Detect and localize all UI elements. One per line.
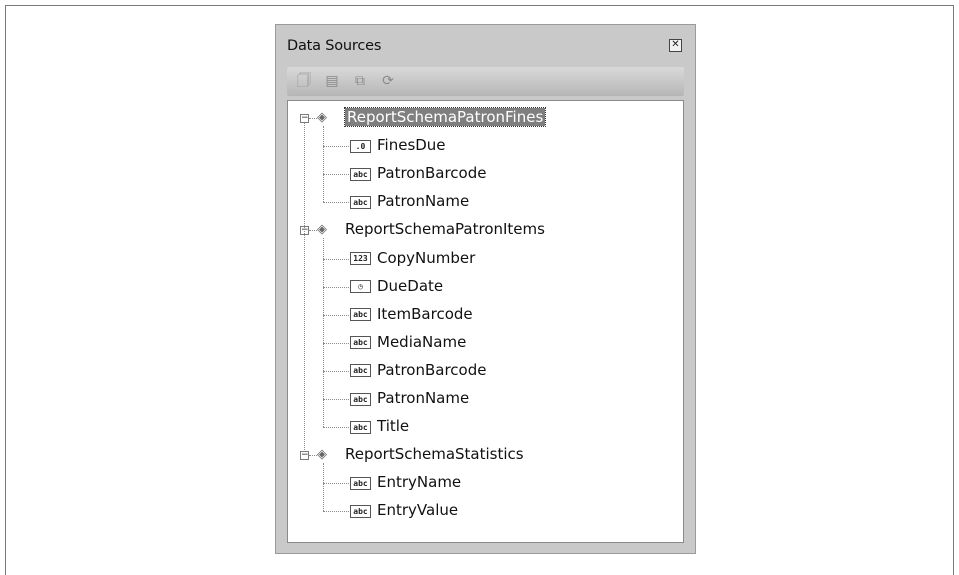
field-label[interactable]: PatronBarcode <box>377 361 486 379</box>
dataset-icon: ◈ <box>317 222 327 238</box>
field-label[interactable]: DueDate <box>377 277 443 295</box>
field-type-icon: abc <box>350 308 371 322</box>
field-type-icon: abc <box>350 167 371 181</box>
tree-connector <box>304 123 305 451</box>
field-type-icon: abc <box>350 420 371 434</box>
tree-connector <box>323 126 324 203</box>
tree-connector <box>323 314 349 316</box>
tree-connector <box>323 370 349 372</box>
tree-connector <box>323 258 349 260</box>
field-type-icon: abc <box>350 504 371 518</box>
field-label[interactable]: MediaName <box>377 333 466 351</box>
field-label[interactable]: Title <box>377 417 409 435</box>
dataset-label[interactable]: ReportSchemaPatronItems <box>345 220 545 238</box>
field-type-icon: abc <box>350 392 371 406</box>
field-type-icon: abc <box>350 195 371 209</box>
tree-connector <box>323 174 349 176</box>
data-sources-panel: Data Sources ✕ 🗍 ▤ ⧉ ⟳ − ◈ ReportSchemaPat… <box>275 24 696 554</box>
refresh-icon[interactable]: ⟳ <box>379 72 397 90</box>
field-label[interactable]: EntryValue <box>377 501 458 519</box>
field-type-icon: 123 <box>350 252 371 266</box>
panel-title: Data Sources <box>287 38 382 54</box>
tree-connector <box>323 511 349 513</box>
field-label[interactable]: CopyNumber <box>377 249 475 267</box>
field-label[interactable]: ItemBarcode <box>377 305 473 323</box>
tree-connector <box>323 483 349 485</box>
tree-connector <box>323 399 349 401</box>
panel-toolbar: 🗍 ▤ ⧉ ⟳ <box>287 67 684 96</box>
tree-connector <box>323 146 349 148</box>
field-type-icon: abc <box>350 476 371 490</box>
field-type-icon: .0 <box>350 139 371 153</box>
tree-connector <box>323 427 349 429</box>
tree-connector <box>323 286 349 288</box>
field-label[interactable]: EntryName <box>377 473 461 491</box>
dataset-label[interactable]: ReportSchemaStatistics <box>345 445 524 463</box>
tree-connector <box>323 463 324 512</box>
tree-connector <box>323 342 349 344</box>
panel-titlebar: Data Sources ✕ <box>276 25 695 65</box>
configure-data-source-icon[interactable]: ▤ <box>323 72 341 90</box>
field-label[interactable]: PatronName <box>377 389 469 407</box>
dataset-icon: ◈ <box>317 447 327 463</box>
close-icon[interactable]: ✕ <box>669 39 682 52</box>
edit-dataset-icon[interactable]: ⧉ <box>351 72 369 90</box>
field-label[interactable]: FinesDue <box>377 136 446 154</box>
tree-connector <box>323 202 349 204</box>
field-label[interactable]: PatronName <box>377 192 469 210</box>
collapse-icon[interactable]: − <box>300 450 309 460</box>
collapse-icon[interactable]: − <box>300 113 309 123</box>
data-sources-tree: − ◈ ReportSchemaPatronFines .0 FinesDue abc Pa… <box>287 100 684 543</box>
dataset-icon: ◈ <box>317 110 327 126</box>
add-data-source-icon[interactable]: 🗍 <box>295 72 313 90</box>
tree-connector <box>323 238 324 428</box>
field-type-icon: ◷ <box>350 280 371 294</box>
field-type-icon: abc <box>350 336 371 350</box>
dataset-label[interactable]: ReportSchemaPatronFines <box>343 107 547 128</box>
field-type-icon: abc <box>350 364 371 378</box>
field-label[interactable]: PatronBarcode <box>377 164 486 182</box>
